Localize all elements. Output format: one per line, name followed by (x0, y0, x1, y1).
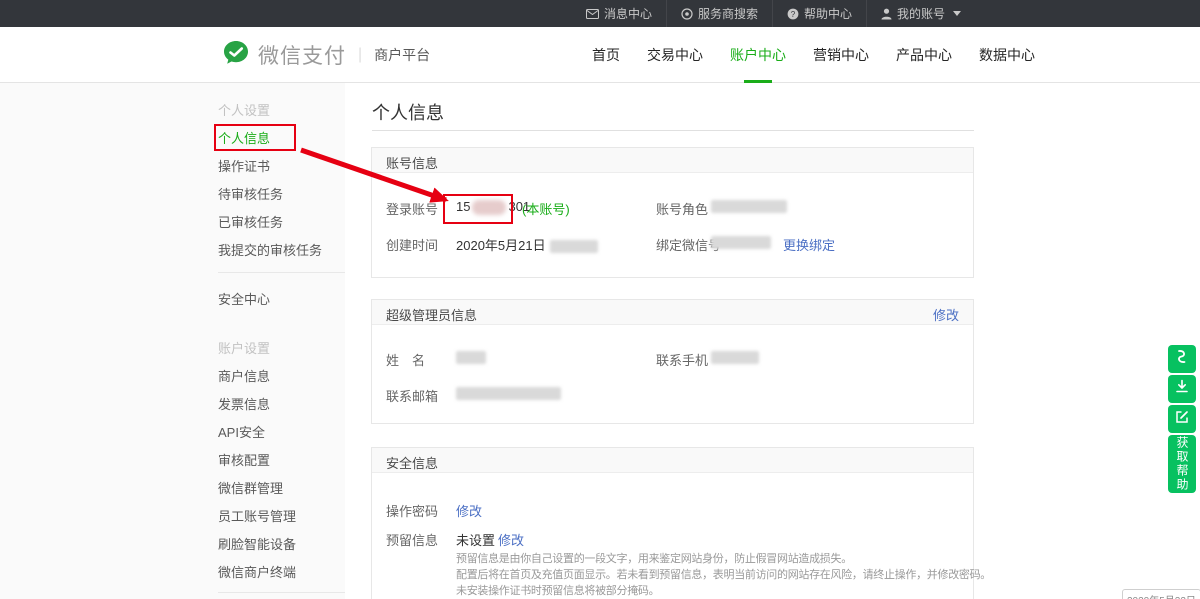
sidebar-item-api-security[interactable]: API安全 (218, 422, 265, 441)
question-icon: ? (787, 8, 799, 20)
contact-email-label: 联系邮箱 (386, 386, 438, 405)
nav-home[interactable]: 首页 (592, 27, 620, 83)
masked-name (456, 351, 486, 364)
account-info-title: 账号信息 (386, 153, 438, 172)
security-info-card-header: 安全信息 (372, 448, 973, 473)
feedback-button[interactable] (1168, 405, 1196, 433)
security-info-card: 安全信息 操作密码 修改 预留信息 未设置 修改 预留信息是由你自己设置的一段文… (371, 447, 974, 599)
service-provider-search-label: 服务商搜索 (698, 5, 758, 22)
sidebar-item-review-config[interactable]: 审核配置 (218, 450, 270, 469)
merchant-platform-page: 消息中心 服务商搜索 ? 帮助中心 我的账号 (0, 0, 1200, 599)
sidebar-item-face-smart-device[interactable]: 刷脸智能设备 (218, 534, 296, 553)
service-provider-search-item[interactable]: 服务商搜索 (666, 0, 772, 27)
nav-account-center[interactable]: 账户中心 (730, 27, 786, 83)
sidebar-item-personal-info[interactable]: 个人信息 (218, 128, 270, 147)
masked-login-digits (472, 200, 506, 215)
sidebar-divider (218, 272, 345, 273)
floating-help-widget: 获取帮助 (1168, 345, 1196, 493)
page-title: 个人信息 (372, 99, 444, 125)
topbar: 消息中心 服务商搜索 ? 帮助中心 我的账号 (0, 0, 1200, 27)
note-line: 配置后将在首页及充值页面显示。若未看到预留信息，表明当前访问的网站存在风险，请终… (456, 567, 991, 583)
masked-phone (711, 351, 759, 364)
reserved-info-label: 预留信息 (386, 530, 438, 549)
user-icon (881, 8, 892, 20)
sidebar-divider-bottom (218, 592, 345, 593)
download-button[interactable] (1168, 375, 1196, 403)
sidebar-item-operation-certificate[interactable]: 操作证书 (218, 156, 270, 175)
chevron-down-icon (953, 11, 961, 16)
sidebar-item-merchant-info[interactable]: 商户信息 (218, 366, 270, 385)
created-time-value: 2020年5月21日 (456, 235, 598, 254)
sidebar-item-my-submitted-tasks[interactable]: 我提交的审核任务 (218, 240, 322, 259)
super-admin-title: 超级管理员信息 (386, 305, 477, 324)
active-nav-underline (744, 80, 772, 83)
contact-phone-label: 联系手机 (656, 350, 708, 369)
operation-password-label: 操作密码 (386, 501, 438, 520)
main-nav: 首页 交易中心 账户中心 营销中心 产品中心 数据中心 (592, 27, 1035, 83)
masked-wechat-id (711, 236, 771, 249)
note-line: 未安装操作证书时预留信息将被部分掩码。 (456, 583, 991, 599)
reserved-info-modify-link[interactable]: 修改 (498, 530, 524, 549)
masked-created-time (550, 240, 598, 253)
login-account-label: 登录账号 (386, 199, 438, 218)
sidebar-item-staff-account-mgmt[interactable]: 员工账号管理 (218, 506, 296, 525)
account-info-card-header: 账号信息 (372, 148, 973, 173)
hotline-icon (1175, 349, 1189, 369)
portal-name: 商户平台 (374, 45, 430, 65)
get-help-label: 获取帮助 (1176, 436, 1188, 492)
help-center-label: 帮助中心 (804, 5, 852, 22)
title-rule (372, 130, 974, 131)
sidebar-item-security-center[interactable]: 安全中心 (218, 289, 270, 308)
sidebar-item-pending-review-tasks[interactable]: 待审核任务 (218, 184, 283, 203)
sidebar-group-personal-settings: 个人设置 (218, 100, 270, 119)
created-time-label: 创建时间 (386, 235, 438, 254)
login-account-value: 15301 (456, 199, 530, 215)
topbar-menu: 消息中心 服务商搜索 ? 帮助中心 我的账号 (572, 0, 975, 27)
my-account-item[interactable]: 我的账号 (866, 0, 975, 27)
get-help-button[interactable]: 获取帮助 (1168, 435, 1196, 493)
nav-marketing-center[interactable]: 营销中心 (813, 27, 869, 83)
wechat-pay-logo-icon (222, 39, 250, 72)
brand-divider: | (358, 46, 362, 64)
sidebar-item-wechat-merchant-terminal[interactable]: 微信商户终端 (218, 562, 296, 581)
reserved-info-notes: 预留信息是由你自己设置的一段文字，用来鉴定网站身份，防止假冒网站造成损失。 配置… (456, 551, 991, 599)
nav-data-center[interactable]: 数据中心 (979, 27, 1035, 83)
change-binding-link[interactable]: 更换绑定 (783, 235, 835, 254)
header: 微信支付 | 商户平台 首页 交易中心 账户中心 营销中心 产品中心 数据中心 (0, 27, 1200, 83)
svg-text:?: ? (791, 10, 796, 19)
help-center-item[interactable]: ? 帮助中心 (772, 0, 866, 27)
message-center-item[interactable]: 消息中心 (572, 0, 666, 27)
security-info-title: 安全信息 (386, 453, 438, 472)
super-admin-card-header: 超级管理员信息 修改 (372, 300, 973, 325)
my-account-label: 我的账号 (897, 5, 945, 22)
download-icon (1175, 379, 1189, 399)
account-info-card: 账号信息 登录账号 15301 (本账号) 账号角色 创建时间 2020年5月2… (371, 147, 974, 278)
super-admin-modify-link[interactable]: 修改 (933, 305, 959, 324)
envelope-icon (586, 9, 599, 19)
date-tooltip: 2020年5月22日 (1122, 589, 1200, 599)
super-admin-card: 超级管理员信息 修改 姓 名 联系手机 联系邮箱 (371, 299, 974, 424)
name-label: 姓 名 (386, 350, 425, 369)
message-center-label: 消息中心 (604, 5, 652, 22)
reserved-info-value: 未设置 (456, 530, 495, 549)
sidebar-item-reviewed-tasks[interactable]: 已审核任务 (218, 212, 283, 231)
sidebar-item-invoice-info[interactable]: 发票信息 (218, 394, 270, 413)
brand[interactable]: 微信支付 | 商户平台 (222, 27, 430, 83)
note-line: 预留信息是由你自己设置的一段文字，用来鉴定网站身份，防止假冒网站造成损失。 (456, 551, 991, 567)
current-account-tag: (本账号) (522, 199, 570, 218)
nav-product-center[interactable]: 产品中心 (896, 27, 952, 83)
hotline-button[interactable] (1168, 345, 1196, 373)
nav-transaction-center[interactable]: 交易中心 (647, 27, 703, 83)
operation-password-modify-link[interactable]: 修改 (456, 501, 482, 520)
sidebar-item-wechat-group-mgmt[interactable]: 微信群管理 (218, 478, 283, 497)
account-role-label: 账号角色 (656, 199, 708, 218)
masked-account-role (711, 200, 787, 213)
sidebar-group-account-settings: 账户设置 (218, 338, 270, 357)
brand-name: 微信支付 (258, 40, 346, 70)
search-icon (681, 8, 693, 20)
masked-email (456, 387, 561, 400)
edit-icon (1175, 410, 1189, 429)
